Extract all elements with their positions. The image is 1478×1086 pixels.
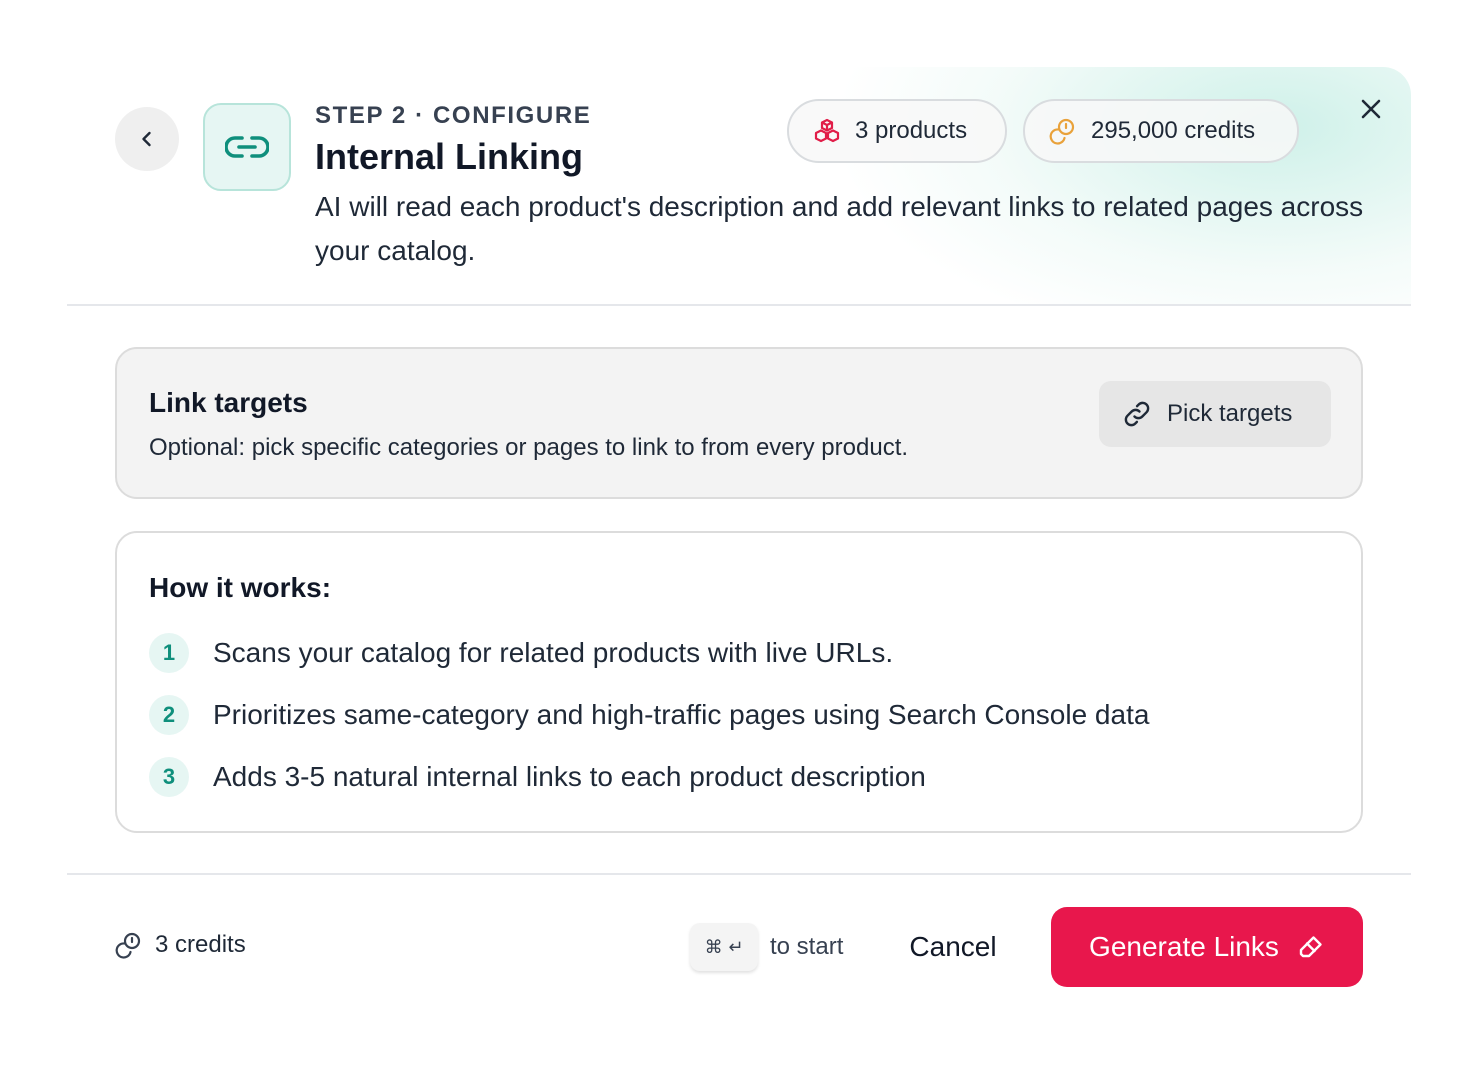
link-targets-title: Link targets bbox=[149, 387, 308, 418]
pick-targets-label: Pick targets bbox=[1167, 400, 1293, 427]
link-targets-subtitle: Optional: pick specific categories or pa… bbox=[149, 434, 909, 461]
link-icon bbox=[1121, 398, 1153, 430]
products-count-badge: 3 products bbox=[787, 99, 1007, 163]
how-it-works-title: How it works: bbox=[149, 572, 332, 603]
step-text: Adds 3-5 natural internal links to each … bbox=[213, 761, 926, 792]
credits-balance-label: 295,000 credits bbox=[1091, 117, 1256, 144]
generate-links-label: Generate Links bbox=[1089, 931, 1279, 962]
footer-divider bbox=[67, 873, 1411, 875]
how-it-works-steps: 1 Scans your catalog for related product… bbox=[149, 633, 1149, 819]
internal-linking-modal: STEP 2 · CONFIGURE Internal Linking AI w… bbox=[67, 67, 1411, 1027]
modal-header: STEP 2 · CONFIGURE Internal Linking AI w… bbox=[67, 67, 1411, 306]
back-button[interactable] bbox=[115, 107, 179, 171]
cost-indicator: 3 credits bbox=[115, 931, 246, 959]
generate-links-button[interactable]: Generate Links bbox=[1051, 907, 1363, 987]
boxes-icon bbox=[813, 117, 841, 145]
credits-balance-badge: 295,000 credits bbox=[1023, 99, 1299, 163]
link-icon bbox=[225, 132, 269, 162]
keyboard-shortcut-hint: ⌘ ↵ bbox=[690, 923, 758, 971]
eraser-icon bbox=[1297, 933, 1325, 961]
step-number-badge: 3 bbox=[149, 757, 189, 797]
cancel-button[interactable]: Cancel bbox=[889, 913, 1017, 981]
coins-icon bbox=[115, 931, 143, 959]
step-number-badge: 2 bbox=[149, 695, 189, 735]
page-description: AI will read each product's description … bbox=[315, 191, 1364, 266]
how-it-works-card: How it works: 1 Scans your catalog for r… bbox=[115, 531, 1363, 833]
cost-label: 3 credits bbox=[155, 931, 246, 958]
link-targets-card: Link targets Optional: pick specific cat… bbox=[115, 347, 1363, 499]
chevron-left-icon bbox=[137, 129, 157, 149]
shortcut-hint-text: to start bbox=[770, 933, 844, 960]
products-count-label: 3 products bbox=[855, 117, 968, 144]
feature-icon-tile bbox=[203, 103, 291, 191]
step-text: Scans your catalog for related products … bbox=[213, 637, 894, 668]
how-step-3: 3 Adds 3-5 natural internal links to eac… bbox=[149, 757, 1149, 797]
close-icon bbox=[1359, 97, 1383, 121]
step-text: Prioritizes same-category and high-traff… bbox=[213, 699, 1150, 730]
step-label: STEP 2 · CONFIGURE bbox=[315, 102, 592, 129]
pick-targets-button[interactable]: Pick targets bbox=[1099, 381, 1331, 447]
step-number-badge: 1 bbox=[149, 633, 189, 673]
close-button[interactable] bbox=[1353, 91, 1389, 127]
how-step-1: 1 Scans your catalog for related product… bbox=[149, 633, 1149, 673]
how-step-2: 2 Prioritizes same-category and high-tra… bbox=[149, 695, 1149, 735]
page-title: Internal Linking bbox=[315, 136, 584, 177]
coins-icon bbox=[1049, 117, 1077, 145]
